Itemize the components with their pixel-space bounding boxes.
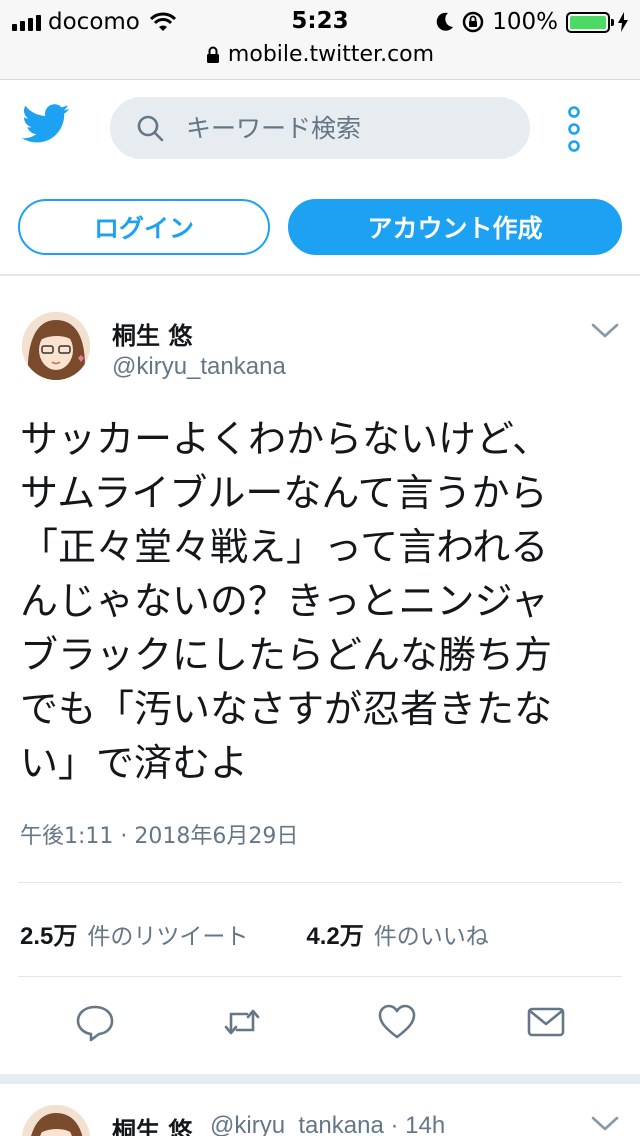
- more-options-icon[interactable]: [563, 106, 585, 152]
- tweet-timestamp[interactable]: 午後1:11 · 2018年6月29日: [20, 818, 298, 850]
- retweet-label: 件のリツイート: [87, 924, 249, 950]
- twitter-header: ログイン アカウント作成: [0, 80, 640, 276]
- signup-button[interactable]: アカウント作成: [288, 199, 622, 255]
- search-box[interactable]: [110, 97, 530, 159]
- retweet-stat[interactable]: 2.5万 件のリツイート: [20, 916, 248, 951]
- charging-icon: [618, 12, 628, 32]
- url-text: mobile.twitter.com: [227, 42, 435, 67]
- retweet-icon[interactable]: [222, 1002, 262, 1042]
- rotation-lock-icon: [462, 11, 484, 33]
- author-name[interactable]: 桐生 悠: [112, 1111, 192, 1136]
- reply-icon[interactable]: [75, 1002, 115, 1042]
- retweet-count: 2.5万: [20, 923, 78, 950]
- tweet-text: サッカーよくわからないけど、 サムライブルーなんて言うから 「正々堂々戦え」って…: [20, 417, 553, 785]
- author-name[interactable]: 桐生 悠: [112, 316, 192, 351]
- search-icon: [137, 115, 164, 142]
- lock-icon: [206, 46, 219, 63]
- author-handle-time[interactable]: @kiryu_tankana · 14h: [210, 1112, 445, 1136]
- status-right: 100%: [436, 8, 628, 36]
- next-tweet[interactable]: 桐生 悠 @kiryu_tankana · 14h: [0, 1082, 640, 1136]
- battery-percent: 100%: [492, 9, 558, 35]
- avatar[interactable]: [22, 312, 90, 380]
- status-bar: docomo 5:23 100% mobile.twitter.com: [0, 0, 640, 80]
- moon-icon: [436, 12, 454, 31]
- chevron-down-icon[interactable]: [590, 1115, 620, 1133]
- battery-icon: [566, 11, 614, 33]
- tweet-actions: [0, 1002, 640, 1052]
- url-bar[interactable]: mobile.twitter.com: [0, 42, 640, 67]
- divider: [18, 882, 622, 883]
- like-stat[interactable]: 4.2万 件のいいね: [306, 916, 488, 951]
- avatar[interactable]: [22, 1105, 90, 1136]
- login-button[interactable]: ログイン: [18, 199, 270, 255]
- avatar-image: [22, 312, 90, 380]
- search-input[interactable]: [186, 113, 486, 143]
- share-icon[interactable]: [526, 1002, 566, 1042]
- twitter-bird-icon[interactable]: [22, 104, 70, 144]
- avatar-image: [22, 1105, 90, 1136]
- like-label: 件のいいね: [373, 924, 489, 950]
- like-icon[interactable]: [377, 1002, 417, 1042]
- divider: [18, 976, 622, 977]
- chevron-down-icon[interactable]: [590, 322, 620, 340]
- tweet-stats: 2.5万 件のリツイート 4.2万 件のいいね: [20, 916, 547, 951]
- author-handle[interactable]: @kiryu_tankana: [112, 353, 286, 381]
- like-count: 4.2万: [306, 923, 364, 950]
